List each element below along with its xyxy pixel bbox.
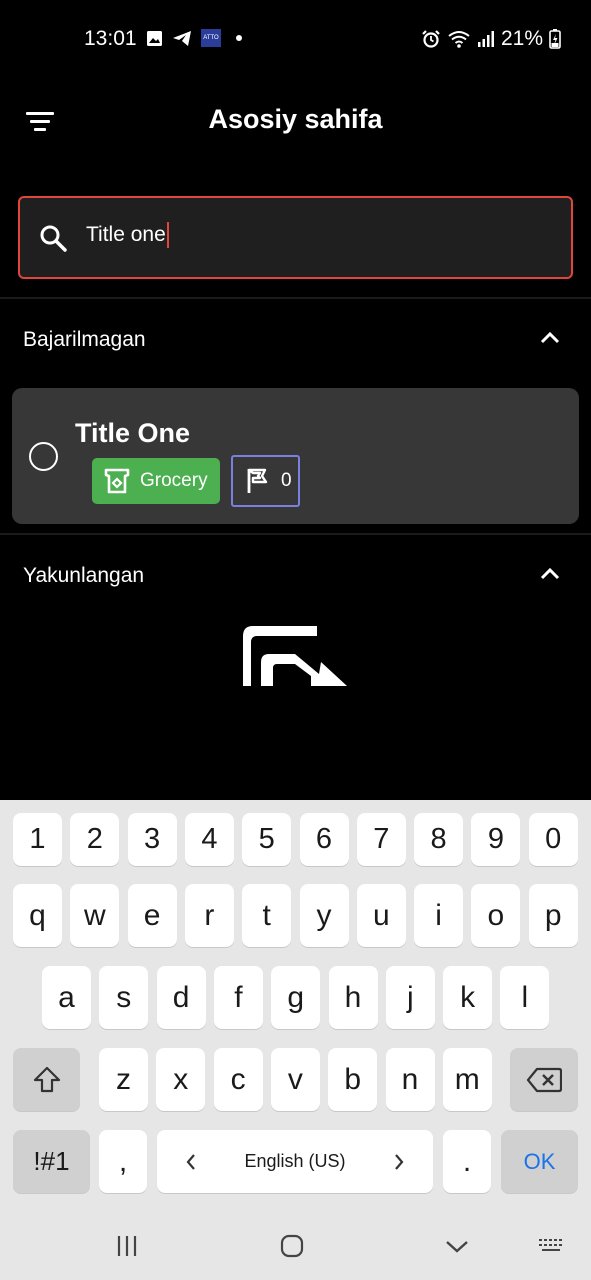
divider xyxy=(0,297,591,299)
section-header-incomplete[interactable]: Bajarilmagan xyxy=(0,322,591,362)
key-y[interactable]: y xyxy=(299,884,349,947)
back-down-icon[interactable] xyxy=(444,1233,470,1259)
key-0[interactable]: 0 xyxy=(528,813,578,866)
app-header: Asosiy sahifa xyxy=(0,88,591,154)
backspace-key[interactable] xyxy=(510,1048,578,1111)
key-7[interactable]: 7 xyxy=(356,813,406,866)
task-card[interactable]: Title One Grocery 0 xyxy=(12,388,579,524)
image-icon xyxy=(147,30,162,46)
search-field[interactable]: Title one xyxy=(18,196,573,279)
grocery-icon xyxy=(104,468,130,494)
key-h[interactable]: h xyxy=(328,966,378,1029)
on-screen-keyboard: 1234567890 qwertyuiop asdfghjkl zxcvbnm … xyxy=(0,800,591,1280)
shift-icon xyxy=(33,1066,60,1092)
key-q[interactable]: q xyxy=(13,884,62,947)
keyboard-language-label: English (US) xyxy=(244,1151,346,1171)
key-v[interactable]: v xyxy=(270,1048,320,1111)
battery-icon xyxy=(549,29,561,49)
key-z[interactable]: z xyxy=(99,1048,148,1111)
search-input[interactable]: Title one xyxy=(86,222,169,248)
key-u[interactable]: u xyxy=(356,884,406,947)
telegram-icon xyxy=(173,30,191,46)
alarm-icon xyxy=(422,30,440,48)
search-input-value: Title one xyxy=(86,223,166,246)
category-chip[interactable]: Grocery xyxy=(92,458,220,504)
home-icon[interactable] xyxy=(279,1233,305,1259)
space-key[interactable]: English (US) xyxy=(157,1130,433,1193)
backspace-icon xyxy=(526,1067,562,1092)
chevron-up-icon[interactable] xyxy=(539,566,561,582)
chevron-left-icon[interactable] xyxy=(185,1153,197,1171)
search-icon xyxy=(40,225,67,252)
period-key[interactable]: . xyxy=(443,1130,491,1193)
key-j[interactable]: j xyxy=(385,966,435,1029)
wifi-icon xyxy=(448,31,470,48)
section-title: Bajarilmagan xyxy=(23,328,146,351)
key-l[interactable]: l xyxy=(500,966,550,1029)
ok-key[interactable]: OK xyxy=(501,1130,578,1193)
atto-icon: ATTO xyxy=(201,29,221,47)
key-o[interactable]: o xyxy=(471,884,521,947)
key-g[interactable]: g xyxy=(271,966,321,1029)
key-p[interactable]: p xyxy=(528,884,578,947)
key-a[interactable]: a xyxy=(42,966,91,1029)
key-5[interactable]: 5 xyxy=(242,813,292,866)
key-n[interactable]: n xyxy=(385,1048,435,1111)
chevron-right-icon[interactable] xyxy=(393,1153,405,1171)
key-b[interactable]: b xyxy=(328,1048,378,1111)
recent-apps-icon[interactable] xyxy=(114,1233,140,1259)
divider xyxy=(0,533,591,535)
flag-icon xyxy=(247,468,268,493)
key-9[interactable]: 9 xyxy=(471,813,521,866)
key-e[interactable]: e xyxy=(127,884,177,947)
key-2[interactable]: 2 xyxy=(70,813,120,866)
key-d[interactable]: d xyxy=(156,966,206,1029)
section-header-completed[interactable]: Yakunlangan xyxy=(0,558,591,598)
system-nav-bar xyxy=(0,1215,591,1280)
battery-percent: 21% xyxy=(500,27,543,50)
key-4[interactable]: 4 xyxy=(184,813,234,866)
key-6[interactable]: 6 xyxy=(299,813,349,866)
key-r[interactable]: r xyxy=(184,884,234,947)
keyboard-hide-icon[interactable] xyxy=(538,1233,566,1259)
shift-key[interactable] xyxy=(13,1048,80,1111)
task-complete-checkbox[interactable] xyxy=(29,442,58,471)
empty-state-illustration xyxy=(243,626,347,686)
task-title: Title One xyxy=(75,418,191,448)
key-1[interactable]: 1 xyxy=(13,813,62,866)
key-w[interactable]: w xyxy=(70,884,120,947)
priority-count: 0 xyxy=(281,470,292,491)
comma-key[interactable]: , xyxy=(99,1130,147,1193)
key-8[interactable]: 8 xyxy=(414,813,464,866)
chevron-up-icon[interactable] xyxy=(539,330,561,346)
page-title: Asosiy sahifa xyxy=(208,104,383,134)
dot-icon xyxy=(236,35,242,41)
text-caret xyxy=(166,222,169,248)
signal-icon xyxy=(477,31,494,47)
key-i[interactable]: i xyxy=(414,884,464,947)
key-3[interactable]: 3 xyxy=(127,813,177,866)
status-bar: 13:01 ATTO 21% xyxy=(0,0,591,78)
symbols-key[interactable]: !#1 xyxy=(13,1130,90,1193)
key-k[interactable]: k xyxy=(443,966,493,1029)
key-f[interactable]: f xyxy=(213,966,263,1029)
key-c[interactable]: c xyxy=(213,1048,263,1111)
key-s[interactable]: s xyxy=(99,966,149,1029)
category-label: Grocery xyxy=(140,470,208,491)
status-time: 13:01 xyxy=(84,27,137,50)
section-title: Yakunlangan xyxy=(23,564,145,587)
priority-chip[interactable]: 0 xyxy=(231,455,300,507)
key-m[interactable]: m xyxy=(442,1048,492,1111)
key-t[interactable]: t xyxy=(242,884,292,947)
key-x[interactable]: x xyxy=(156,1048,206,1111)
